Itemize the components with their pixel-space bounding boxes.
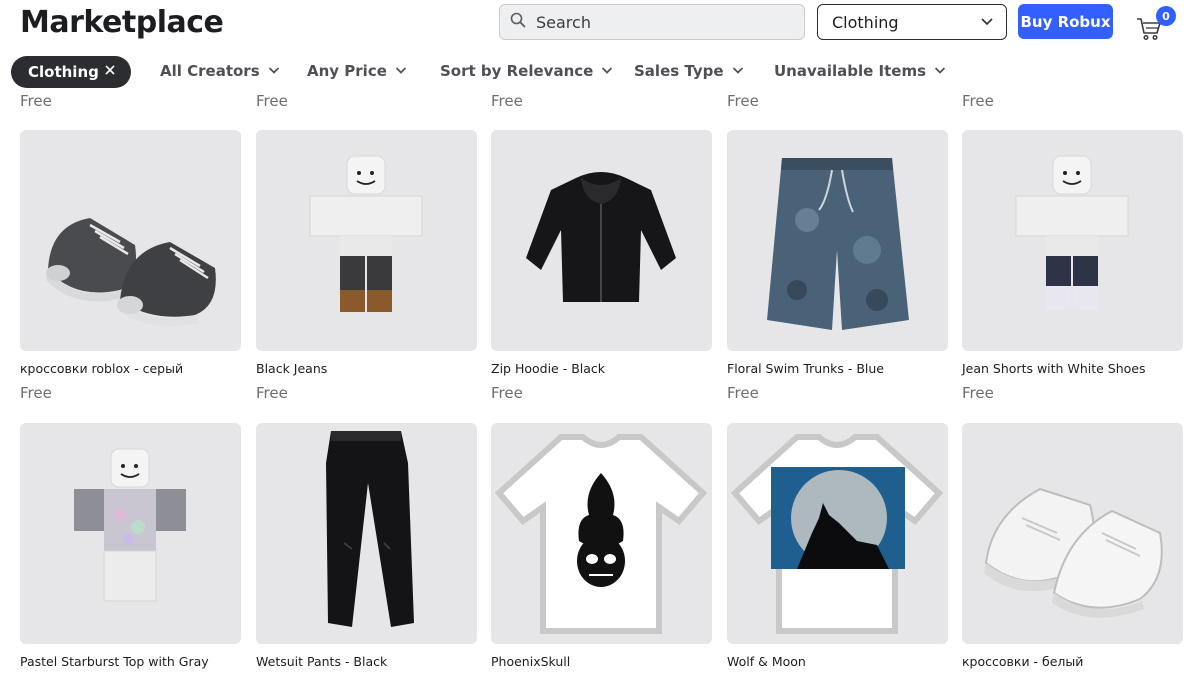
item-card[interactable]: Zip Hoodie - Black Free — [491, 130, 712, 402]
item-thumbnail[interactable] — [491, 423, 712, 644]
chevron-down-icon — [268, 62, 280, 80]
white-sneakers-icon — [984, 487, 1163, 618]
item-price: Free — [491, 92, 523, 110]
wolf-moon-tshirt-icon — [730, 434, 944, 634]
filter-sales-type[interactable]: Sales Type — [634, 62, 744, 80]
search-icon — [510, 12, 526, 32]
avatar-pastel-top-icon — [74, 448, 186, 602]
item-card[interactable]: Pastel Starburst Top with Gray — [20, 423, 241, 669]
item-name[interactable]: кроссовки - белый — [962, 654, 1083, 669]
item-thumbnail[interactable] — [727, 130, 948, 351]
item-thumbnail[interactable] — [727, 423, 948, 644]
chevron-down-icon — [732, 62, 744, 80]
search-input[interactable] — [536, 12, 796, 32]
filter-label: Unavailable Items — [774, 62, 927, 80]
avatar-black-jeans-icon — [309, 155, 423, 312]
phoenix-skull-tshirt-icon — [494, 434, 708, 634]
chevron-down-icon — [395, 62, 407, 80]
black-hoodie-icon — [526, 172, 676, 302]
chevron-down-icon — [934, 62, 946, 80]
item-card[interactable]: Floral Swim Trunks - Blue Free — [727, 130, 948, 402]
item-thumbnail[interactable] — [256, 423, 477, 644]
item-name[interactable]: PhoenixSkull — [491, 654, 570, 669]
item-card[interactable]: кроссовки roblox - серый Free — [20, 130, 241, 402]
item-thumbnail[interactable] — [20, 130, 241, 351]
active-filter-chip[interactable]: Clothing — [11, 56, 131, 88]
item-card[interactable]: Jean Shorts with White Shoes Free — [962, 130, 1183, 402]
page-title: Marketplace — [20, 5, 224, 40]
item-price: Free — [20, 384, 52, 402]
close-icon[interactable] — [103, 63, 117, 77]
chevron-down-icon — [601, 62, 613, 80]
category-dropdown-value: Clothing — [832, 12, 899, 32]
filter-any-price[interactable]: Any Price — [307, 62, 407, 80]
filter-label: Any Price — [307, 62, 387, 80]
item-price: Free — [256, 92, 288, 110]
black-pants-icon — [326, 431, 414, 627]
item-name[interactable]: Pastel Starburst Top with Gray — [20, 654, 209, 669]
cart-button[interactable]: 0 — [1134, 6, 1176, 41]
item-card[interactable]: PhoenixSkull — [491, 423, 712, 669]
item-price: Free — [256, 384, 288, 402]
filter-unavailable-items[interactable]: Unavailable Items — [774, 62, 946, 80]
item-card[interactable]: Wolf & Moon — [727, 423, 948, 669]
item-name[interactable]: Wolf & Moon — [727, 654, 806, 669]
item-name[interactable]: Black Jeans — [256, 361, 327, 376]
category-dropdown[interactable]: Clothing — [817, 4, 1007, 40]
cart-count-badge: 0 — [1156, 6, 1176, 26]
filter-all-creators[interactable]: All Creators — [160, 62, 280, 80]
item-name[interactable]: кроссовки roblox - серый — [20, 361, 183, 376]
item-price: Free — [962, 92, 994, 110]
item-price: Free — [727, 384, 759, 402]
item-name[interactable]: Zip Hoodie - Black — [491, 361, 605, 376]
item-card[interactable]: Black Jeans Free — [256, 130, 477, 402]
filter-label: Sort by Relevance — [440, 62, 594, 80]
item-price: Free — [20, 92, 52, 110]
item-price: Free — [491, 384, 523, 402]
buy-robux-button[interactable]: Buy Robux — [1018, 4, 1113, 39]
item-price: Free — [727, 92, 759, 110]
active-filter-chip-label: Clothing — [28, 63, 99, 81]
item-card[interactable]: кроссовки - белый — [962, 423, 1183, 669]
item-name[interactable]: Wetsuit Pants - Black — [256, 654, 387, 669]
item-name[interactable]: Floral Swim Trunks - Blue — [727, 361, 884, 376]
filter-sort[interactable]: Sort by Relevance — [440, 62, 613, 80]
search-bar[interactable] — [499, 4, 805, 40]
item-thumbnail[interactable] — [962, 423, 1183, 644]
item-thumbnail[interactable] — [962, 130, 1183, 351]
item-thumbnail[interactable] — [491, 130, 712, 351]
item-thumbnail[interactable] — [20, 423, 241, 644]
item-name[interactable]: Jean Shorts with White Shoes — [962, 361, 1145, 376]
filter-label: All Creators — [160, 62, 260, 80]
item-card[interactable]: Wetsuit Pants - Black — [256, 423, 477, 669]
item-thumbnail[interactable] — [256, 130, 477, 351]
chevron-down-icon — [980, 13, 994, 32]
gray-sneakers-icon — [46, 218, 216, 327]
avatar-jean-shorts-icon — [1015, 155, 1129, 310]
filter-label: Sales Type — [634, 62, 724, 80]
swim-trunks-icon — [767, 158, 909, 330]
item-price: Free — [962, 384, 994, 402]
